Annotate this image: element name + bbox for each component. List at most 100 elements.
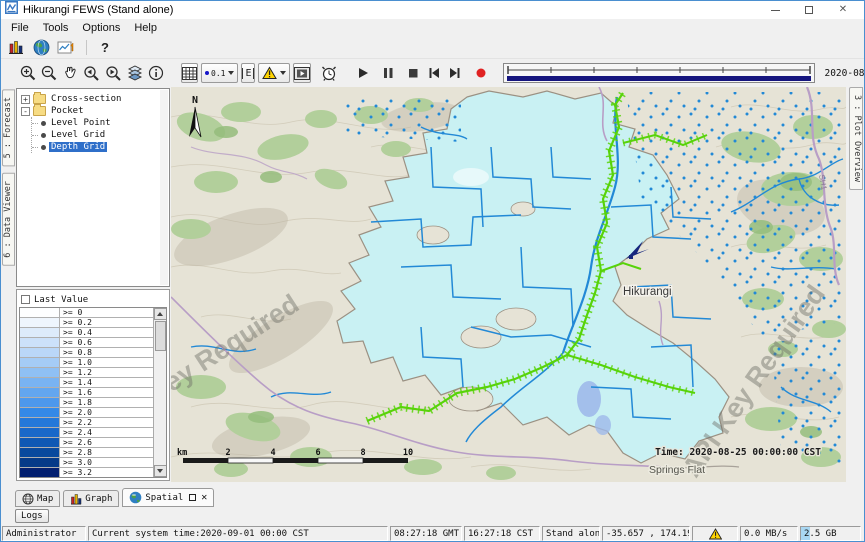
time-slider[interactable] xyxy=(503,63,815,83)
water-highlight xyxy=(453,168,489,186)
arrow-up-icon xyxy=(157,312,163,316)
bullet-icon xyxy=(41,133,46,138)
record-button[interactable] xyxy=(474,63,488,83)
last-value-checkbox[interactable] xyxy=(21,295,30,304)
label-e-icon: E xyxy=(242,68,254,79)
map-display-button[interactable] xyxy=(31,38,51,56)
tree-children: Level Point Level Grid Depth Grid xyxy=(31,117,168,153)
tree-item-label[interactable]: Level Grid xyxy=(49,130,107,140)
legend-label: >= 1.8 xyxy=(60,398,153,407)
stop-button[interactable] xyxy=(405,63,421,83)
bullet-icon xyxy=(41,121,46,126)
tab-close-icon[interactable]: ✕ xyxy=(201,493,207,503)
scroll-up-button[interactable] xyxy=(154,308,167,320)
tab-maximize-icon[interactable] xyxy=(189,494,196,501)
data-display-button[interactable] xyxy=(6,38,26,56)
legend-color-swatch xyxy=(20,388,60,397)
info-button[interactable] xyxy=(147,63,165,83)
warnings-dropdown[interactable] xyxy=(258,63,290,83)
spatial-display-button[interactable] xyxy=(56,38,76,56)
folder-icon xyxy=(33,106,46,116)
svg-text:6: 6 xyxy=(315,448,320,458)
tree-item-label[interactable]: Cross-section xyxy=(49,94,123,104)
menu-file[interactable]: File xyxy=(4,21,36,35)
step-back-button[interactable] xyxy=(426,63,442,83)
map-view[interactable]: API Key Required API Key Required Hikura… xyxy=(171,87,846,482)
threshold-dropdown[interactable]: 0.1 xyxy=(201,63,238,83)
tree-item-label-selected[interactable]: Depth Grid xyxy=(49,142,107,152)
tab-graph-label: Graph xyxy=(85,494,112,504)
legend-row: >= 1.4 xyxy=(20,378,153,388)
legend-scrollbar[interactable] xyxy=(153,308,166,477)
expand-icon[interactable]: + xyxy=(21,95,30,104)
tab-forecast[interactable]: 5 : Forecast xyxy=(2,89,15,166)
status-warning-cell[interactable] xyxy=(692,526,738,541)
time-slider-track xyxy=(504,64,814,82)
collapse-icon[interactable]: - xyxy=(21,107,30,116)
animation-button[interactable] xyxy=(293,63,311,83)
menu-help[interactable]: Help xyxy=(127,21,164,35)
status-bar: Administrator Current system time:2020-0… xyxy=(1,525,864,541)
pause-button[interactable] xyxy=(380,63,396,83)
app-window: Hikurangi FEWS (Stand alone) ✕ File Tool… xyxy=(0,0,865,542)
tab-spatial[interactable]: Spatial ✕ xyxy=(122,488,214,507)
town-label: Hikurangi xyxy=(623,286,672,298)
left-tab-strip: 5 : Forecast 6 : Data Viewer xyxy=(1,87,15,482)
menu-tools[interactable]: Tools xyxy=(36,21,76,35)
minimize-button[interactable] xyxy=(758,2,792,18)
tree-item-pocket[interactable]: - Pocket xyxy=(21,105,168,117)
tab-map[interactable]: Map xyxy=(15,490,60,507)
tree-guide xyxy=(32,147,38,148)
toolbar-separator xyxy=(86,40,87,55)
scroll-down-button[interactable] xyxy=(154,465,167,477)
tree-item-level-point[interactable]: Level Point xyxy=(32,117,168,129)
zoom-in-button[interactable] xyxy=(19,63,37,83)
right-tab-strip: 3 : Plot Overview xyxy=(846,87,865,482)
chart-arrow-icon xyxy=(57,39,75,55)
menu-bar: File Tools Options Help xyxy=(1,19,864,36)
tab-data-viewer[interactable]: 6 : Data Viewer xyxy=(2,173,15,266)
zoom-out-button[interactable] xyxy=(40,63,58,83)
legend-color-swatch xyxy=(20,328,60,337)
grid-display-button[interactable] xyxy=(181,63,198,83)
tree-item-label[interactable]: Pocket xyxy=(49,106,86,116)
play-button[interactable] xyxy=(355,63,371,83)
zoom-next-button[interactable] xyxy=(104,63,123,83)
zoom-previous-button[interactable] xyxy=(82,63,101,83)
tree-item-cross-section[interactable]: + Cross-section xyxy=(21,93,168,105)
tree-scrollbar[interactable] xyxy=(160,90,168,285)
layers-button[interactable] xyxy=(126,63,144,83)
legend-label: >= 2.8 xyxy=(60,448,153,457)
legend-color-swatch xyxy=(20,468,60,477)
scrollbar-thumb[interactable] xyxy=(155,321,166,351)
maximize-button[interactable] xyxy=(792,2,826,18)
status-memory: 2.5 GB xyxy=(800,526,861,541)
tab-graph[interactable]: Graph xyxy=(63,490,119,507)
close-button[interactable]: ✕ xyxy=(826,2,860,18)
place-label: Springs Flat xyxy=(649,464,705,476)
movie-icon xyxy=(294,67,310,80)
pan-button[interactable] xyxy=(61,63,79,83)
svg-text:2: 2 xyxy=(225,448,230,458)
legend-label: >= 1.6 xyxy=(60,388,153,397)
tree-item-depth-grid[interactable]: Depth Grid xyxy=(32,141,168,153)
help-button[interactable]: ? xyxy=(97,40,113,55)
tab-plot-overview[interactable]: 3 : Plot Overview xyxy=(849,87,863,190)
menu-options[interactable]: Options xyxy=(75,21,127,35)
bottom-tab-bar: Map Graph Spatial ✕ xyxy=(1,487,864,507)
legend-label: >= 3.0 xyxy=(60,458,153,467)
logs-button[interactable]: Logs xyxy=(15,509,49,523)
timer-button[interactable] xyxy=(320,63,338,83)
tree-item-label[interactable]: Level Point xyxy=(49,118,113,128)
last-value-label: Last Value xyxy=(34,295,88,305)
legend-color-swatch xyxy=(20,378,60,387)
legend-label: >= 2.6 xyxy=(60,438,153,447)
status-user: Administrator xyxy=(2,526,86,541)
window-title: Hikurangi FEWS (Stand alone) xyxy=(23,4,173,16)
minimize-icon xyxy=(771,10,780,11)
map-canvas: API Key Required API Key Required Hikura… xyxy=(171,87,846,482)
step-forward-button[interactable] xyxy=(447,63,463,83)
tree-item-level-grid[interactable]: Level Grid xyxy=(32,129,168,141)
legend-row: >= 2.8 xyxy=(20,448,153,458)
labels-button[interactable]: E xyxy=(241,63,255,83)
